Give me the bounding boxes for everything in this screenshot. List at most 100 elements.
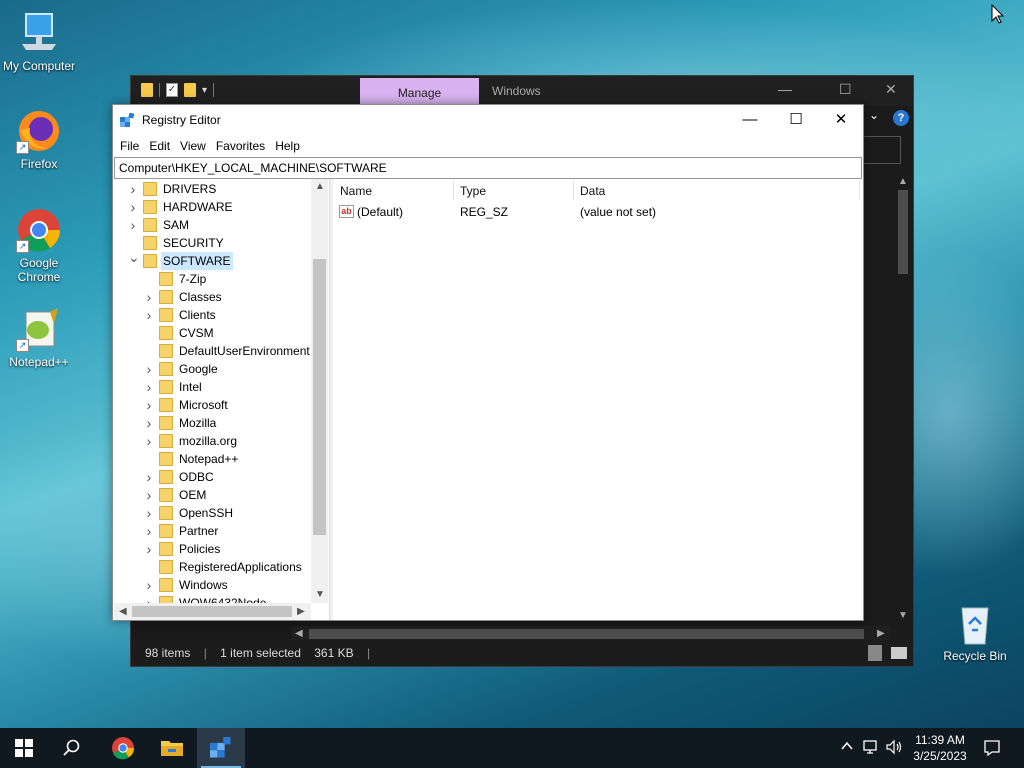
scroll-left-icon[interactable]: ◀ (119, 606, 127, 617)
taskbar-registry-editor[interactable] (197, 728, 245, 768)
column-header-name[interactable]: Name (340, 184, 372, 198)
chevron-right-icon[interactable]: › (144, 576, 154, 594)
show-hidden-icons-icon[interactable] (840, 739, 854, 756)
taskbar-chrome[interactable] (99, 728, 147, 768)
tree-node[interactable]: DefaultUserEnvironment (114, 342, 311, 360)
tree-node[interactable]: › Classes (114, 288, 311, 306)
tree-node[interactable]: › Mozilla (114, 414, 311, 432)
column-divider[interactable] (859, 180, 860, 200)
chevron-right-icon[interactable]: › (144, 396, 154, 414)
customize-toolbar-icon[interactable]: ▾ (202, 85, 207, 96)
tree-node[interactable]: › mozilla.org (114, 432, 311, 450)
folder-icon[interactable] (141, 83, 153, 97)
scroll-down-icon[interactable]: ▼ (315, 589, 325, 600)
tab-manage[interactable]: Manage (360, 78, 479, 106)
menu-file[interactable]: File (116, 135, 145, 157)
chevron-right-icon[interactable]: › (144, 504, 154, 522)
value-row[interactable]: ab (Default) REG_SZ (value not set) (333, 202, 863, 222)
tree-node[interactable]: RegisteredApplications (114, 558, 311, 576)
tree-node[interactable]: › SAM (114, 216, 311, 234)
chevron-right-icon[interactable]: › (144, 306, 154, 324)
new-folder-icon[interactable] (184, 83, 196, 97)
tree-node[interactable]: CVSM (114, 324, 311, 342)
volume-icon[interactable] (885, 739, 903, 758)
chevron-right-icon[interactable]: › (144, 360, 154, 378)
scroll-right-icon[interactable]: ▶ (877, 628, 885, 639)
scroll-up-icon[interactable]: ▲ (315, 181, 325, 192)
chevron-right-icon[interactable]: › (128, 216, 138, 234)
tree-node[interactable]: › Google (114, 360, 311, 378)
tree-vertical-scrollbar[interactable]: ▲ ▼ (311, 179, 328, 603)
minimize-icon[interactable]: — (778, 81, 792, 97)
desktop-icon-recycle-bin[interactable]: Recycle Bin (935, 600, 1015, 663)
scrollbar-thumb[interactable] (898, 190, 908, 274)
maximize-icon[interactable]: ☐ (839, 81, 852, 98)
column-divider[interactable] (573, 180, 574, 200)
scrollbar-thumb[interactable] (132, 606, 292, 617)
menu-favorites[interactable]: Favorites (212, 135, 271, 157)
registry-editor-window[interactable]: Registry Editor — ☐ ✕ File Edit View Fav… (112, 104, 864, 621)
tree-node[interactable]: › Intel (114, 378, 311, 396)
address-bar[interactable]: Computer\HKEY_LOCAL_MACHINE\SOFTWARE (114, 157, 862, 179)
values-list[interactable]: Name Type Data ab (Default) REG_SZ (valu… (333, 179, 863, 620)
key-tree[interactable]: › DRIVERS › HARDWARE › SAM SECURITY ⌄ SOFTWARE 7-… (114, 179, 328, 620)
chevron-right-icon[interactable]: › (144, 486, 154, 504)
network-icon[interactable] (862, 739, 880, 758)
desktop-icon-firefox[interactable]: ↗ Firefox (0, 108, 79, 171)
close-button[interactable]: ✕ (818, 105, 864, 135)
scroll-up-icon[interactable]: ▲ (898, 176, 908, 187)
help-icon[interactable]: ? (893, 110, 909, 126)
desktop-icon-notepadpp[interactable]: ↗ Notepad++ (0, 306, 79, 369)
large-icons-view-icon[interactable] (891, 647, 907, 659)
chevron-right-icon[interactable]: › (128, 180, 138, 198)
chevron-right-icon[interactable]: › (128, 198, 138, 216)
search-button[interactable] (48, 728, 96, 768)
tree-horizontal-scrollbar[interactable]: ◀ ▶ (114, 603, 311, 620)
menu-view[interactable]: View (176, 135, 212, 157)
properties-icon[interactable]: ✓ (166, 83, 178, 97)
tree-node[interactable]: › Microsoft (114, 396, 311, 414)
chevron-right-icon[interactable]: › (144, 540, 154, 558)
chevron-right-icon[interactable]: › (144, 288, 154, 306)
start-button[interactable] (0, 728, 48, 768)
tree-node[interactable]: › OEM (114, 486, 311, 504)
tree-node[interactable]: › Policies (114, 540, 311, 558)
taskbar-file-explorer[interactable] (148, 728, 196, 768)
tree-node[interactable]: › ODBC (114, 468, 311, 486)
column-header-data[interactable]: Data (580, 184, 605, 198)
scrollbar-thumb[interactable] (309, 629, 864, 639)
tree-node[interactable]: › Clients (114, 306, 311, 324)
minimize-button[interactable]: — (727, 105, 773, 135)
tree-node[interactable]: 7-Zip (114, 270, 311, 288)
tree-node[interactable]: › HARDWARE (114, 198, 311, 216)
tree-node[interactable]: › Windows (114, 576, 311, 594)
scroll-right-icon[interactable]: ▶ (297, 606, 305, 617)
details-view-icon[interactable] (868, 645, 882, 661)
tree-node[interactable]: › Partner (114, 522, 311, 540)
chevron-right-icon[interactable]: › (144, 432, 154, 450)
chevron-right-icon[interactable]: › (144, 468, 154, 486)
scroll-down-icon[interactable]: ▼ (898, 610, 908, 621)
chevron-right-icon[interactable]: › (144, 522, 154, 540)
close-icon[interactable]: ✕ (885, 81, 897, 98)
explorer-titlebar[interactable]: ✓ ▾ Manage Windows — ☐ ✕ (131, 76, 913, 106)
tree-node[interactable]: ⌄ SOFTWARE (114, 249, 311, 270)
tree-node[interactable]: Notepad++ (114, 450, 311, 468)
taskbar-clock[interactable]: 11:39 AM 3/25/2023 (905, 732, 975, 764)
chevron-down-icon[interactable]: ⌄ (128, 248, 140, 266)
scroll-left-icon[interactable]: ◀ (295, 628, 303, 639)
scrollbar-thumb[interactable] (313, 259, 326, 535)
tree-node[interactable]: › OpenSSH (114, 504, 311, 522)
vertical-scrollbar[interactable]: ▲ ▼ (896, 176, 910, 626)
column-divider[interactable] (453, 180, 454, 200)
regedit-titlebar[interactable]: Registry Editor — ☐ ✕ (113, 105, 863, 135)
expand-ribbon-icon[interactable]: ⌄ (869, 108, 879, 122)
maximize-button[interactable]: ☐ (773, 105, 819, 135)
column-header-type[interactable]: Type (460, 184, 486, 198)
desktop-icon-chrome[interactable]: ↗ Google Chrome (0, 207, 79, 284)
menu-edit[interactable]: Edit (145, 135, 176, 157)
notifications-icon[interactable] (983, 739, 1001, 760)
search-input[interactable] (863, 136, 901, 164)
menu-help[interactable]: Help (271, 135, 306, 157)
chevron-right-icon[interactable]: › (144, 378, 154, 396)
